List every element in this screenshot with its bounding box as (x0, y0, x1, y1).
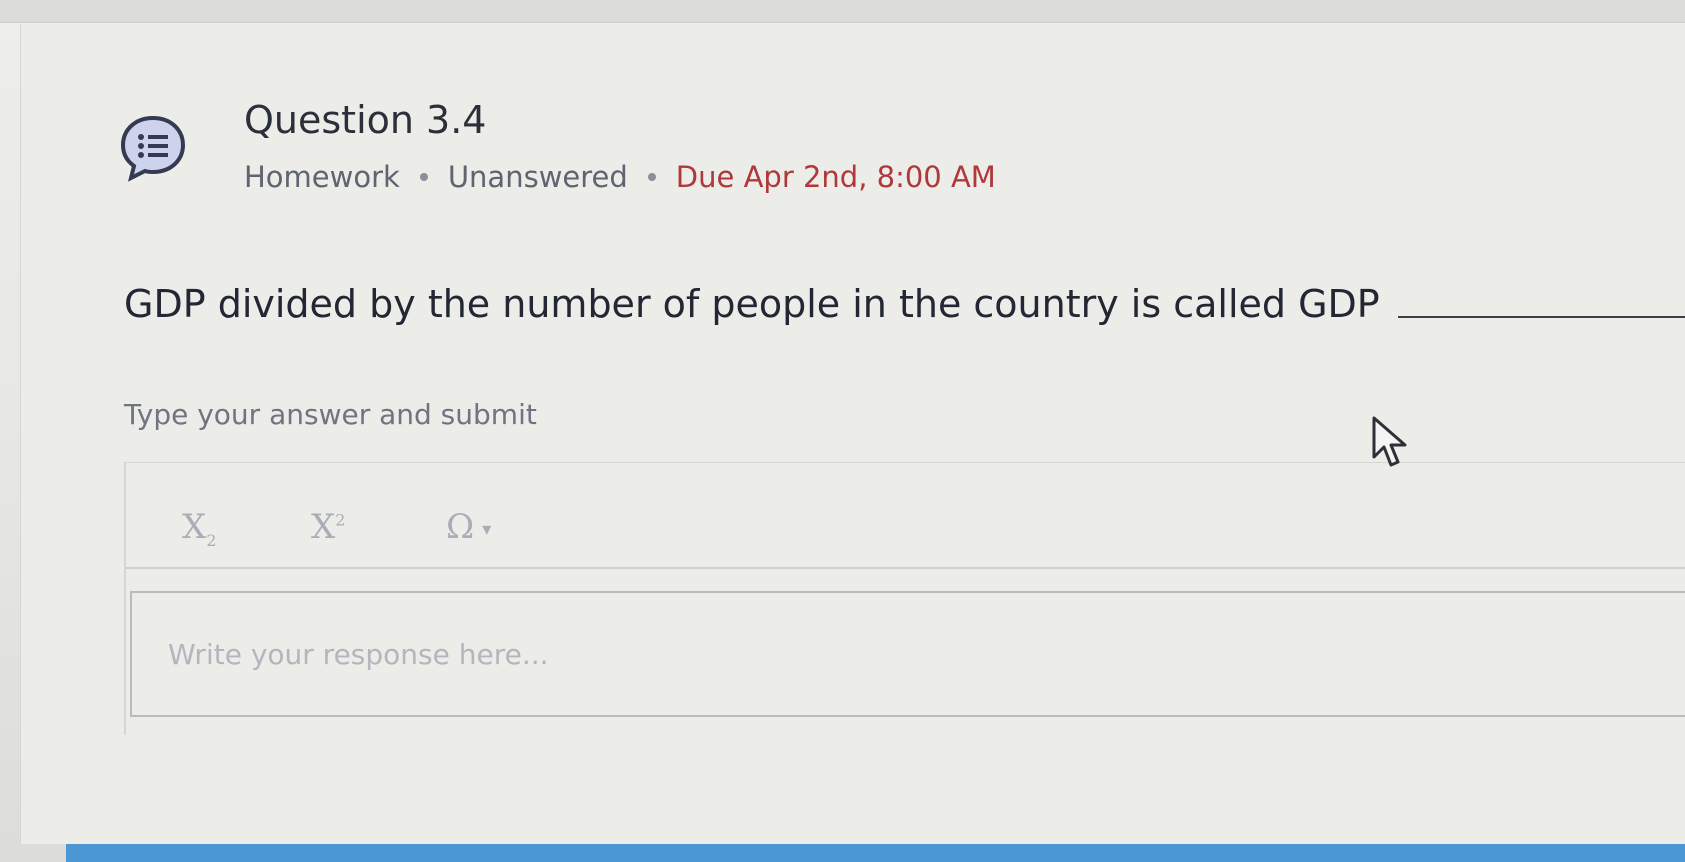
question-meta: Homework Unanswered Due Apr 2nd, 8:00 AM (244, 160, 996, 194)
answer-blank (1397, 315, 1685, 318)
question-prompt: GDP divided by the number of people in t… (124, 282, 1685, 326)
question-prompt-text: GDP divided by the number of people in t… (124, 282, 1380, 326)
superscript-label: X (311, 507, 336, 547)
question-title: Question 3.4 (244, 98, 487, 142)
due-date: Due Apr 2nd, 8:00 AM (675, 160, 996, 194)
superscript-mark: 2 (335, 510, 346, 530)
mouse-pointer-icon (1372, 416, 1407, 467)
top-strip (0, 0, 1685, 23)
answer-instruction: Type your answer and submit (124, 398, 537, 431)
special-characters-button[interactable]: Ω ▾ (446, 507, 491, 547)
editor-toolbar: X2 X2 Ω ▾ (126, 463, 1685, 569)
chat-list-icon (120, 115, 186, 182)
superscript-button[interactable]: X2 (311, 507, 345, 547)
subscript-button[interactable]: X2 (182, 507, 216, 550)
question-status: Unanswered (447, 160, 628, 194)
bottom-accent-bar (66, 844, 1685, 862)
subscript-mark: 2 (206, 530, 217, 550)
response-input[interactable] (130, 591, 1685, 717)
omega-icon: Ω (446, 507, 475, 547)
separator-dot (419, 173, 428, 181)
chevron-down-icon: ▾ (482, 518, 492, 540)
screen: Question 3.4 Homework Unanswered Due Apr… (0, 0, 1685, 862)
separator-dot (647, 173, 656, 181)
subscript-label: X (182, 507, 207, 547)
answer-editor: X2 X2 Ω ▾ (124, 462, 1685, 735)
question-type: Homework (244, 160, 400, 194)
